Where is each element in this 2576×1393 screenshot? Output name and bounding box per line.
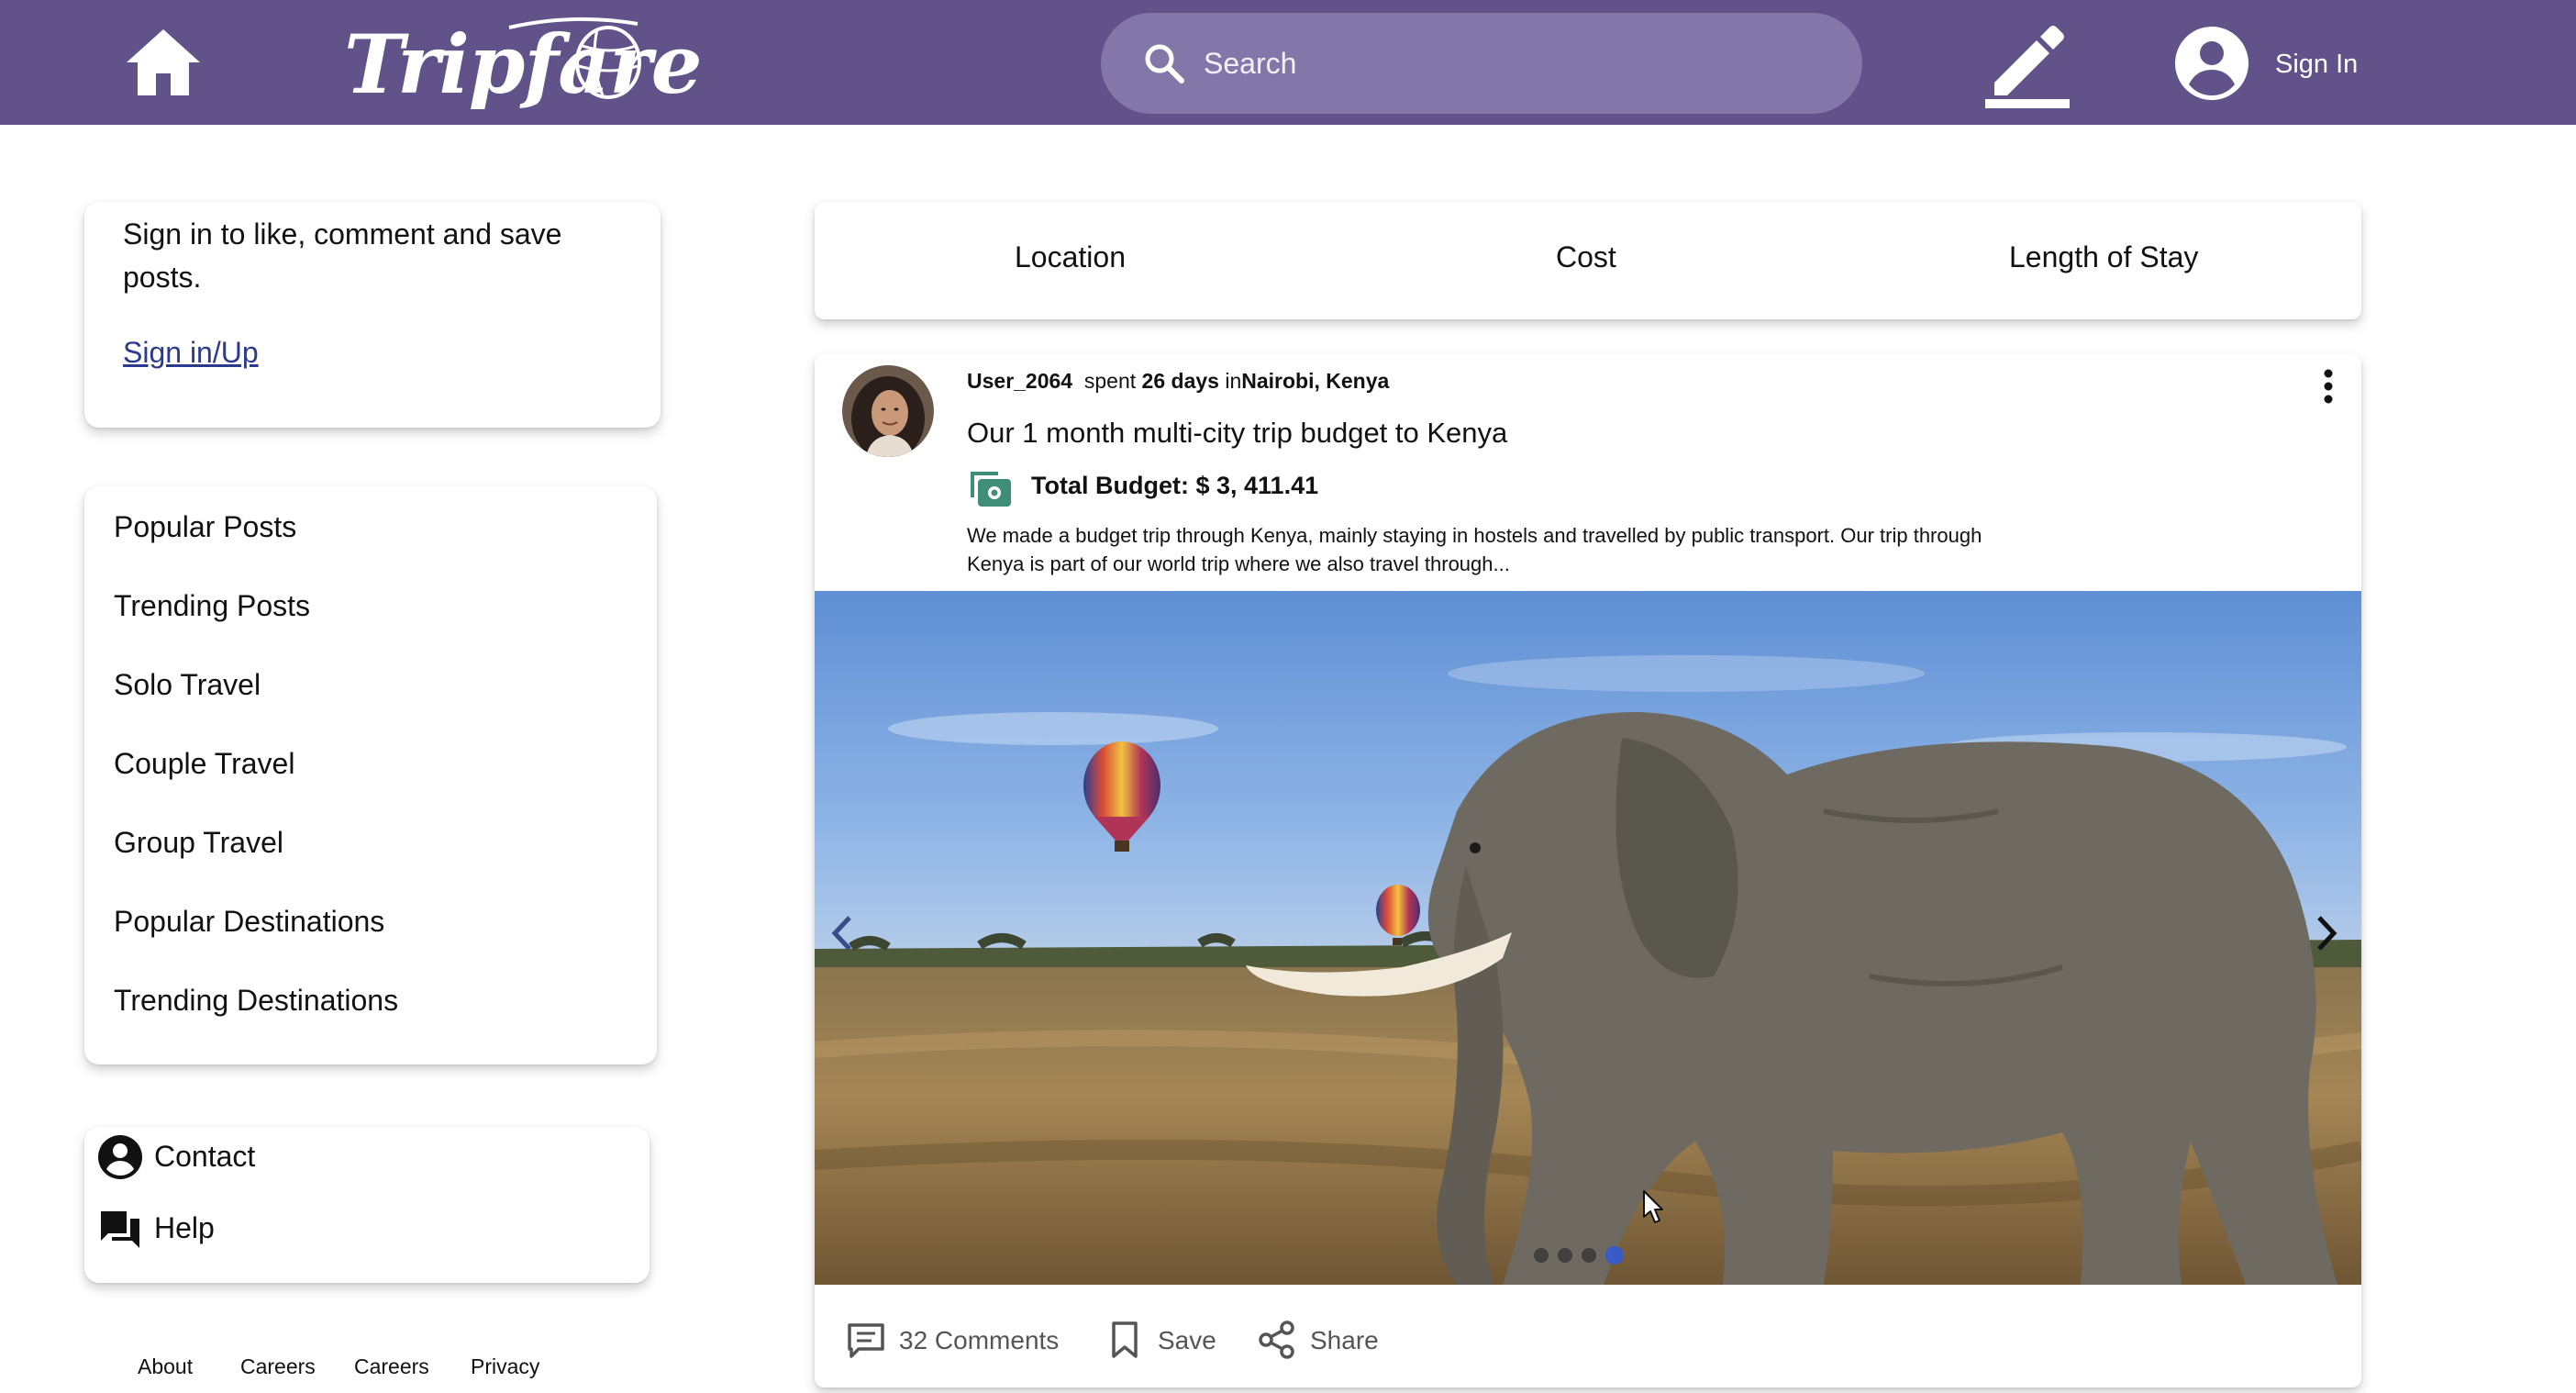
search-icon bbox=[1145, 44, 1184, 84]
comments-count: 32 Comments bbox=[899, 1326, 1060, 1354]
footer-link-careers[interactable]: Careers bbox=[240, 1354, 316, 1379]
sign-in-button[interactable]: Sign In bbox=[2174, 24, 2376, 103]
tripfare-logo[interactable]: Tripfare bbox=[344, 9, 703, 116]
sidebar-item-solo-travel[interactable]: Solo Travel bbox=[114, 668, 261, 702]
total-budget: Total Budget: $ 3, 411.41 bbox=[1031, 472, 1319, 499]
post-actions: 32 Comments Save Share bbox=[815, 1285, 2361, 1387]
sign-in-label: Sign In bbox=[2275, 50, 2359, 79]
footer-link-privacy[interactable]: Privacy bbox=[471, 1354, 539, 1379]
trip-location[interactable]: Nairobi, Kenya bbox=[1241, 369, 1389, 393]
filter-tab-location[interactable]: Location bbox=[1015, 240, 1126, 274]
share-label: Share bbox=[1310, 1326, 1379, 1354]
contact-help-card: Contact Help bbox=[84, 1127, 650, 1283]
carousel-dot-3[interactable] bbox=[1582, 1248, 1596, 1263]
post-description: We made a budget trip through Kenya, mai… bbox=[967, 524, 1982, 575]
carousel-dot-2[interactable] bbox=[1558, 1248, 1572, 1263]
carousel-prev-arrow-icon[interactable] bbox=[824, 903, 861, 964]
sidebar-item-popular-destinations[interactable]: Popular Destinations bbox=[114, 905, 384, 939]
account-circle-icon bbox=[98, 1135, 142, 1179]
top-navigation-bar: Tripfare Sign In bbox=[0, 0, 2576, 125]
filter-tab-length-of-stay[interactable]: Length of Stay bbox=[2009, 240, 2198, 274]
bookmark-icon bbox=[1112, 1321, 1138, 1358]
carousel-dot-4[interactable] bbox=[1605, 1246, 1624, 1265]
sidebar-item-trending-destinations[interactable]: Trending Destinations bbox=[114, 984, 398, 1018]
sidebar-item-trending-posts[interactable]: Trending Posts bbox=[114, 589, 310, 623]
contact-link[interactable]: Contact bbox=[97, 1131, 372, 1182]
sidebar-navigation: Popular Posts Trending Posts Solo Travel… bbox=[84, 486, 657, 1064]
forum-icon bbox=[101, 1211, 139, 1248]
post-meta: User_2064 spent 26 days inNairobi, Kenya bbox=[967, 369, 1389, 394]
contact-label: Contact bbox=[154, 1140, 256, 1173]
in-text: in bbox=[1225, 369, 1242, 393]
search-bar[interactable] bbox=[1101, 13, 1862, 114]
sign-in-prompt-card: Sign in to like, comment and save posts.… bbox=[84, 202, 661, 428]
post-title[interactable]: Our 1 month multi-city trip budget to Ke… bbox=[967, 417, 1507, 450]
sidebar-item-popular-posts[interactable]: Popular Posts bbox=[114, 510, 296, 544]
save-button[interactable]: Save bbox=[1105, 1320, 1224, 1360]
account-circle-icon bbox=[2175, 27, 2248, 100]
sidebar-item-couple-travel[interactable]: Couple Travel bbox=[114, 747, 294, 781]
footer-link-about[interactable]: About bbox=[138, 1354, 193, 1379]
comment-icon bbox=[848, 1323, 884, 1358]
comments-button[interactable]: 32 Comments bbox=[846, 1320, 1060, 1360]
avatar[interactable] bbox=[842, 365, 934, 457]
carousel-dot-1[interactable] bbox=[1534, 1248, 1549, 1263]
globe-swoosh-icon bbox=[508, 17, 641, 99]
elephant-savanna-photo bbox=[815, 591, 2361, 1285]
sign-in-prompt-text: Sign in to like, comment and save posts. bbox=[123, 217, 562, 294]
post-card: User_2064 spent 26 days inNairobi, Kenya… bbox=[815, 354, 2361, 1387]
sidebar-item-group-travel[interactable]: Group Travel bbox=[114, 826, 283, 860]
help-link[interactable]: Help bbox=[97, 1202, 372, 1254]
more-options-icon[interactable] bbox=[2319, 367, 2337, 406]
pencil-icon[interactable] bbox=[1982, 18, 2073, 108]
share-icon bbox=[1259, 1321, 1294, 1359]
share-button[interactable]: Share bbox=[1257, 1320, 1385, 1360]
budget-wallet-icon bbox=[971, 472, 1011, 507]
home-icon[interactable] bbox=[125, 26, 202, 99]
filter-bar: Location Cost Length of Stay bbox=[815, 202, 2361, 319]
mouse-cursor-icon bbox=[1643, 1190, 1663, 1223]
trip-duration: 26 days bbox=[1141, 369, 1219, 393]
footer-link-careers-2[interactable]: Careers bbox=[354, 1354, 429, 1379]
help-label: Help bbox=[154, 1211, 215, 1244]
carousel-next-arrow-icon[interactable] bbox=[2308, 903, 2345, 964]
spent-text: spent bbox=[1083, 369, 1137, 393]
filter-tab-cost[interactable]: Cost bbox=[1556, 240, 1616, 274]
sign-in-up-link[interactable]: Sign in/Up bbox=[123, 336, 259, 370]
post-author[interactable]: User_2064 bbox=[967, 369, 1072, 393]
search-input[interactable] bbox=[1204, 37, 1827, 90]
post-photo-carousel[interactable] bbox=[815, 591, 2361, 1285]
save-label: Save bbox=[1158, 1326, 1216, 1354]
